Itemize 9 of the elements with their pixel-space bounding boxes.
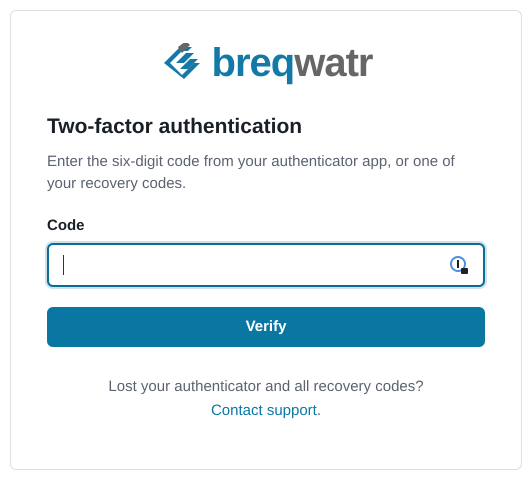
code-field[interactable] <box>47 243 485 287</box>
password-manager-icon[interactable] <box>449 255 469 275</box>
verify-button[interactable]: Verify <box>47 307 485 347</box>
logo-wordmark: breqwatr <box>212 43 372 83</box>
heading: Two-factor authentication <box>47 114 304 140</box>
recovery-help-text: Lost your authenticator and all recovery codes? Contact support. <box>107 377 425 421</box>
field-label: Code <box>47 216 86 236</box>
contact-support-link[interactable]: Contact support <box>210 402 317 419</box>
description: Enter the six-digit code from your authenticator app, or one of your recovery codes. <box>47 152 456 194</box>
